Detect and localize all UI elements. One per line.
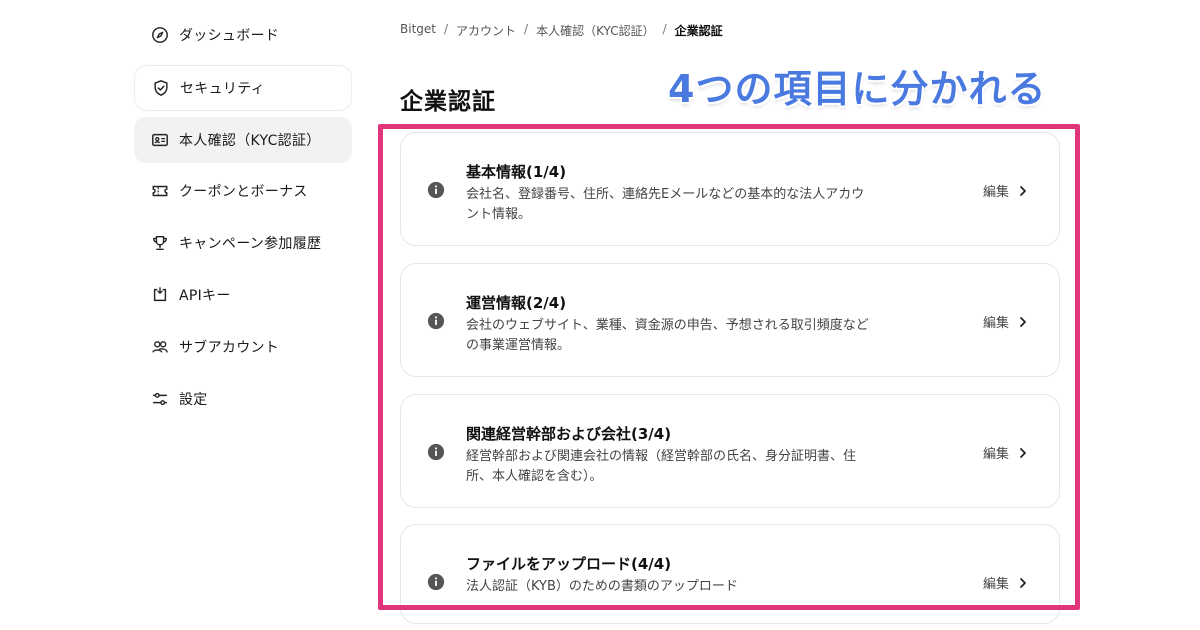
sidebar-item-kyc[interactable]: 本人確認（KYC認証）	[134, 117, 352, 163]
sidebar-item-label: クーポンとボーナス	[179, 184, 308, 200]
edit-label: 編集	[982, 577, 1009, 592]
breadcrumb-item-current: 企業認証	[674, 24, 723, 38]
edit-label: 編集	[982, 316, 1009, 331]
breadcrumb-separator: /	[662, 22, 667, 36]
breadcrumb-item-kyc[interactable]: 本人確認（KYC認証）	[536, 22, 655, 39]
edit-button[interactable]: 編集	[983, 312, 1029, 331]
sidebar-item-dashboard[interactable]: ダッシュボード	[134, 12, 352, 58]
page-title: 企業認証	[400, 89, 496, 115]
card-description: 経営幹部および関連会社の情報（経営幹部の氏名、身分証明書、住所、本人確認を含む）…	[466, 449, 857, 484]
compass-icon	[151, 26, 169, 44]
card-title: 関連経営幹部および会社(3/4)	[466, 425, 672, 443]
sidebar-item-label: APIキー	[179, 288, 231, 304]
edit-button[interactable]: 編集	[983, 443, 1029, 462]
sidebar-item-settings[interactable]: 設定	[134, 376, 352, 422]
card-title: 基本情報(1/4)	[466, 163, 567, 181]
info-icon	[427, 573, 445, 591]
breadcrumb-item-account[interactable]: アカウント	[456, 22, 516, 39]
sidebar-item-label: 本人確認（KYC認証）	[179, 133, 321, 149]
sidebar-item-coupons[interactable]: クーポンとボーナス	[134, 168, 352, 214]
sliders-icon	[151, 390, 169, 408]
breadcrumb-separator: /	[524, 22, 529, 36]
card-description: 法人認証（KYB）のための書類のアップロード	[466, 579, 738, 594]
card-description: 会社名、登録番号、住所、連絡先Eメールなどの基本的な法人アカウント情報。	[466, 187, 865, 222]
api-icon	[151, 286, 169, 304]
breadcrumb: Bitget / アカウント / 本人確認（KYC認証） / 企業認証	[400, 22, 723, 39]
annotation-text: 4つの項目に分かれる	[668, 67, 1047, 111]
chevron-right-icon	[1020, 447, 1026, 458]
info-icon	[427, 181, 445, 199]
sidebar-item-sub-accounts[interactable]: サブアカウント	[134, 324, 352, 370]
breadcrumb-separator: /	[443, 22, 449, 36]
section-card-basic-info[interactable]: 基本情報(1/4) 会社名、登録番号、住所、連絡先Eメールなどの基本的な法人アカ…	[400, 132, 1060, 246]
card-description: 会社のウェブサイト、業種、資金源の申告、予想される取引頻度などの事業運営情報。	[466, 318, 869, 353]
edit-label: 編集	[982, 447, 1009, 462]
chevron-right-icon	[1020, 577, 1026, 588]
chevron-right-icon	[1020, 316, 1026, 327]
sidebar-item-label: ダッシュボード	[179, 28, 280, 44]
sidebar-item-label: キャンペーン参加履歴	[179, 236, 322, 252]
trophy-icon	[151, 234, 169, 252]
shield-check-icon	[152, 79, 170, 97]
section-card-operations-info[interactable]: 運営情報(2/4) 会社のウェブサイト、業種、資金源の申告、予想される取引頻度な…	[400, 263, 1060, 377]
info-icon	[427, 312, 445, 330]
edit-button[interactable]: 編集	[983, 573, 1029, 592]
edit-label: 編集	[982, 185, 1009, 200]
ticket-icon	[151, 182, 169, 200]
sidebar-item-label: セキュリティ	[180, 81, 265, 97]
sidebar-item-api-keys[interactable]: APIキー	[134, 272, 352, 318]
section-card-file-upload[interactable]: ファイルをアップロード(4/4) 法人認証（KYB）のための書類のアップロード …	[400, 524, 1060, 624]
section-card-executives[interactable]: 関連経営幹部および会社(3/4) 経営幹部および関連会社の情報（経営幹部の氏名、…	[400, 394, 1060, 508]
info-icon	[427, 443, 445, 461]
sidebar-item-label: サブアカウント	[179, 340, 280, 356]
card-title: 運営情報(2/4)	[466, 294, 567, 312]
sidebar-item-security[interactable]: セキュリティ	[134, 65, 352, 111]
breadcrumb-item-bitget[interactable]: Bitget	[400, 22, 436, 39]
card-title: ファイルをアップロード(4/4)	[466, 555, 672, 573]
chevron-right-icon	[1020, 185, 1026, 196]
id-card-icon	[151, 131, 169, 149]
edit-button[interactable]: 編集	[983, 181, 1029, 200]
sidebar-item-label: 設定	[179, 392, 208, 408]
users-icon	[151, 338, 169, 356]
sidebar-item-campaigns[interactable]: キャンペーン参加履歴	[134, 220, 352, 266]
